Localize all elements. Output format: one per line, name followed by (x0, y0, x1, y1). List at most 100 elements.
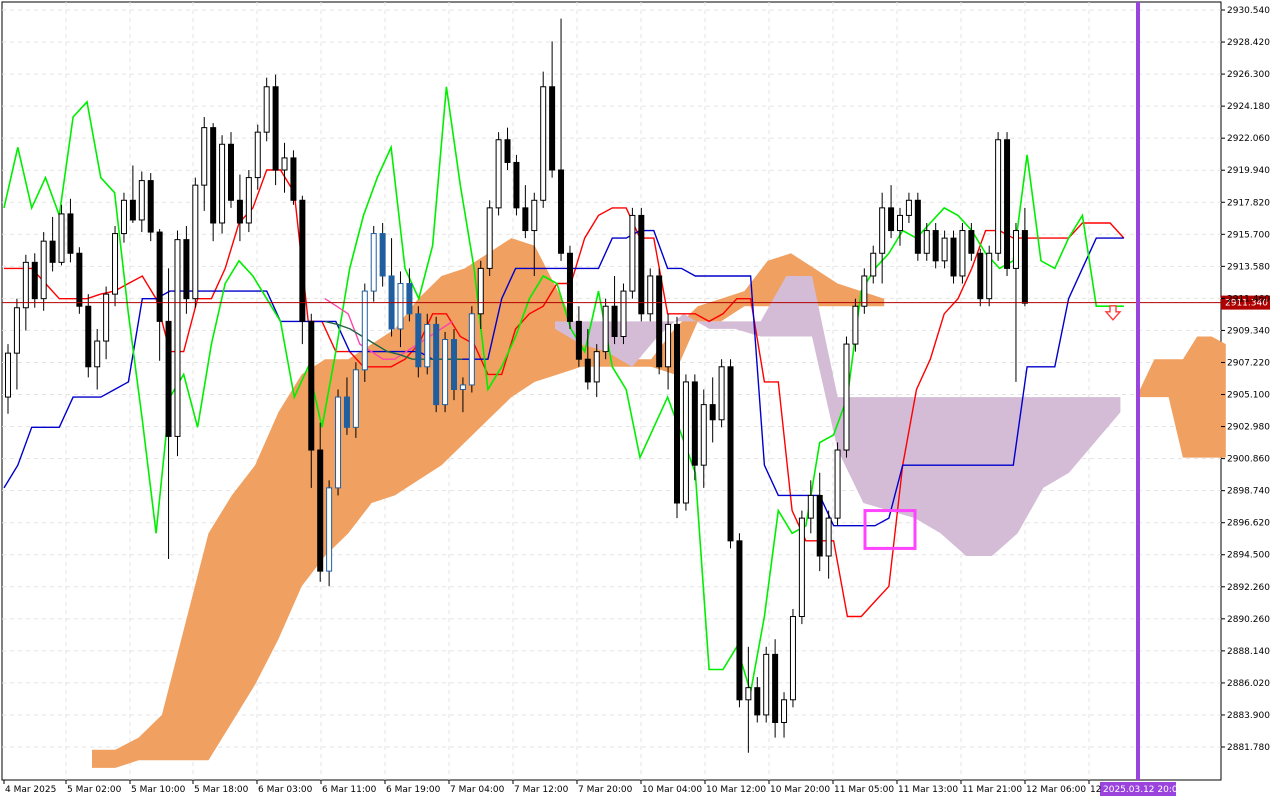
candle-body[interactable] (290, 157, 297, 201)
candle-body[interactable] (772, 653, 779, 723)
candle-body[interactable] (67, 213, 74, 254)
candle-body[interactable] (281, 157, 288, 171)
candle-body[interactable] (352, 369, 359, 428)
candle-body[interactable] (522, 207, 529, 232)
candle-body[interactable] (620, 290, 627, 338)
candle-body[interactable] (584, 358, 591, 383)
candle-body[interactable] (986, 252, 993, 300)
candle-body[interactable] (656, 275, 663, 368)
candle-body[interactable] (299, 199, 306, 322)
candle-body[interactable] (513, 161, 520, 209)
candle-body[interactable] (272, 86, 279, 171)
candle-body[interactable] (709, 404, 716, 421)
candle-body[interactable] (156, 231, 163, 322)
candle-body[interactable] (129, 199, 136, 221)
candle-body[interactable] (593, 351, 600, 383)
candle-body[interactable] (504, 139, 511, 163)
candle-body[interactable] (183, 239, 190, 300)
candle-body[interactable] (629, 214, 636, 292)
candle-body[interactable] (343, 396, 350, 428)
candle-body[interactable] (602, 305, 609, 353)
candle-body[interactable] (451, 339, 457, 390)
candle-body[interactable] (442, 339, 449, 406)
candle-body[interactable] (236, 199, 243, 224)
candle-body[interactable] (13, 307, 20, 354)
candle-body[interactable] (22, 261, 29, 309)
candle-body[interactable] (852, 305, 859, 345)
candle-body[interactable] (254, 131, 261, 179)
candle-body[interactable] (781, 699, 788, 723)
candle-body[interactable] (531, 199, 538, 232)
candle-body[interactable] (674, 323, 680, 504)
candle-body[interactable] (816, 494, 823, 557)
candle-body[interactable] (147, 180, 154, 233)
candle-body[interactable] (58, 213, 65, 263)
candle-body[interactable] (727, 366, 734, 542)
candle-body[interactable] (888, 207, 895, 232)
candle-body[interactable] (932, 230, 939, 262)
candle-body[interactable] (1021, 230, 1028, 304)
candle-body[interactable] (682, 381, 689, 504)
candle-body[interactable] (566, 252, 573, 322)
candle-body[interactable] (495, 139, 502, 209)
candle-body[interactable] (665, 323, 672, 368)
candle-body[interactable] (120, 199, 127, 235)
candle-body[interactable] (5, 352, 11, 398)
candle-body[interactable] (647, 275, 654, 315)
candle-body[interactable] (977, 252, 984, 300)
candle-body[interactable] (745, 687, 752, 701)
candle-body[interactable] (165, 320, 172, 437)
candle-body[interactable] (326, 487, 333, 572)
candle-body[interactable] (94, 340, 101, 368)
candle-body[interactable] (228, 143, 234, 201)
candle-body[interactable] (433, 323, 440, 406)
candle-body[interactable] (1004, 139, 1011, 269)
candle-body[interactable] (789, 616, 796, 701)
candle-body[interactable] (397, 283, 404, 330)
candle-body[interactable] (691, 381, 698, 466)
candle-body[interactable] (1012, 230, 1019, 269)
candle-body[interactable] (40, 240, 47, 300)
candle-body[interactable] (406, 283, 413, 315)
candle-body[interactable] (468, 313, 475, 386)
candle-body[interactable] (941, 237, 948, 262)
candle-body[interactable] (308, 320, 315, 451)
candle-body[interactable] (763, 653, 770, 716)
candle-body[interactable] (317, 449, 324, 572)
candle-body[interactable] (103, 293, 110, 342)
candle-body[interactable] (549, 86, 556, 171)
candle-body[interactable] (718, 366, 725, 421)
candle-body[interactable] (85, 305, 92, 368)
candle-body[interactable] (611, 305, 618, 338)
candle-body[interactable] (31, 261, 38, 300)
candle-body[interactable] (968, 230, 975, 254)
candle-body[interactable] (995, 139, 1002, 254)
candle-body[interactable] (700, 404, 707, 466)
candle-body[interactable] (49, 240, 56, 263)
price-chart[interactable]: 2911.3402025.03.12 20:00 2930.5402928.42… (0, 0, 1280, 800)
candle-body[interactable] (879, 207, 886, 254)
candle-body[interactable] (138, 180, 145, 221)
candle-body[interactable] (807, 494, 814, 519)
candle-body[interactable] (870, 252, 877, 277)
candle-body[interactable] (219, 143, 226, 224)
candle-body[interactable] (843, 343, 850, 451)
candle-body[interactable] (638, 214, 645, 315)
candle-body[interactable] (575, 320, 582, 360)
candle-body[interactable] (736, 540, 743, 701)
candle-body[interactable] (174, 239, 181, 437)
candle-body[interactable] (424, 323, 431, 368)
candle-body[interactable] (959, 230, 966, 277)
candle-body[interactable] (459, 384, 466, 390)
candle-body[interactable] (486, 207, 493, 269)
candle-body[interactable] (798, 517, 805, 618)
candle-body[interactable] (905, 199, 912, 216)
candle-body[interactable] (415, 313, 422, 368)
candle-body[interactable] (263, 86, 270, 133)
candle-body[interactable] (379, 233, 386, 277)
candle-body[interactable] (923, 230, 930, 254)
candle-body[interactable] (540, 86, 547, 201)
candle-body[interactable] (558, 169, 565, 254)
candle-body[interactable] (914, 199, 921, 254)
candle-body[interactable] (825, 517, 832, 557)
